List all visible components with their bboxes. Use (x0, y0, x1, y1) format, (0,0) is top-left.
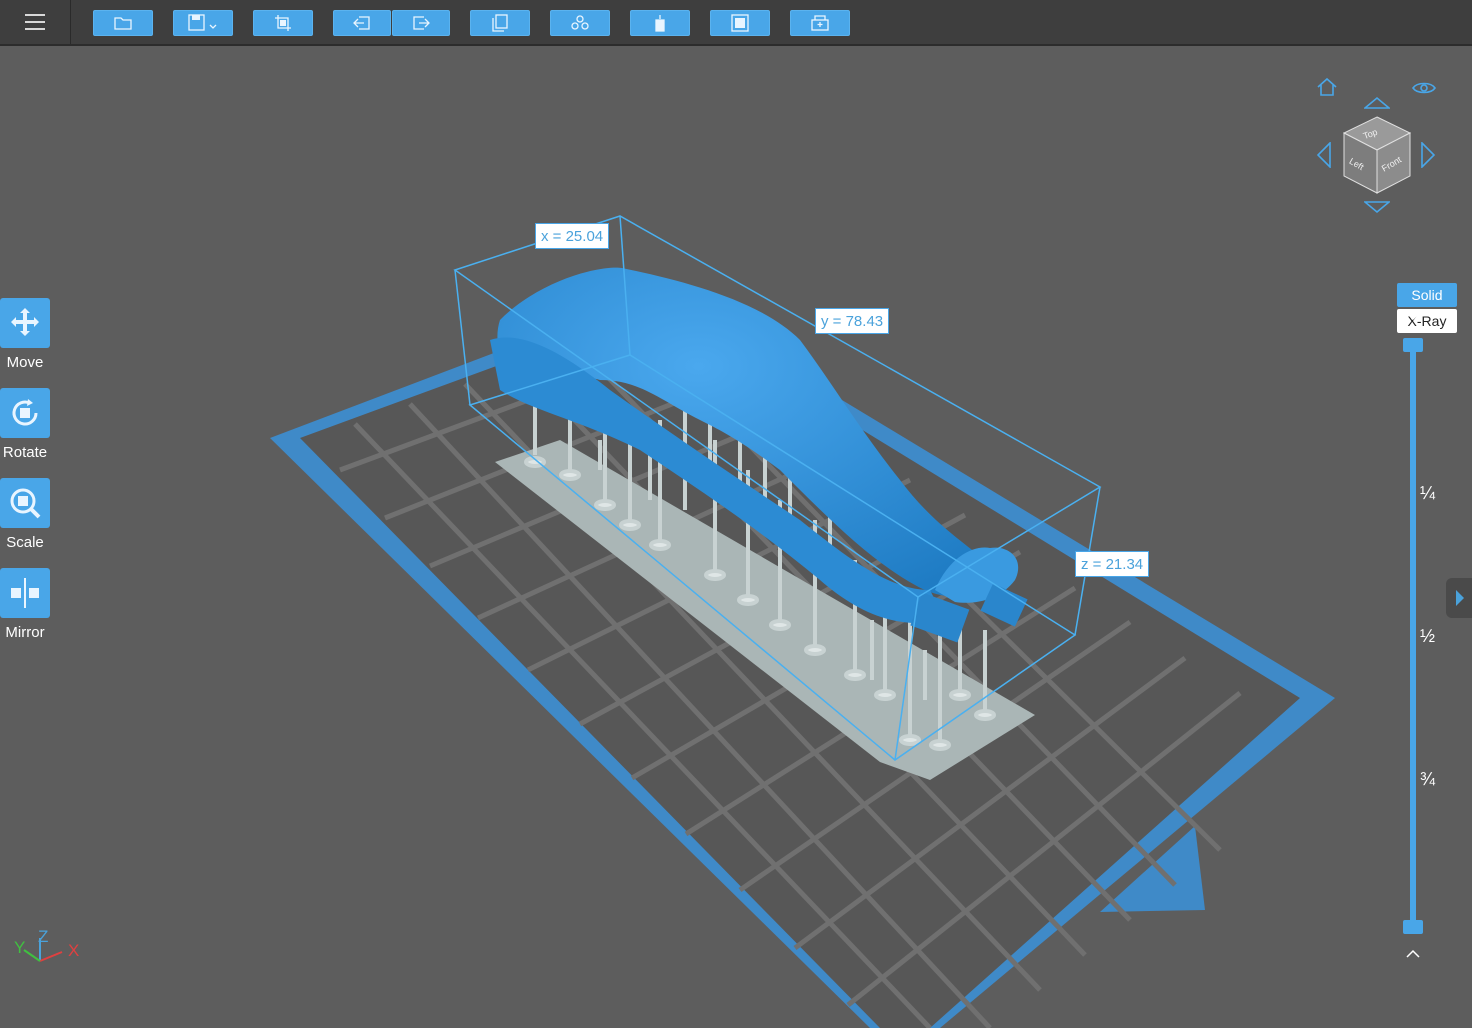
copy-icon (492, 14, 508, 32)
view-cube[interactable] (1342, 116, 1412, 194)
move-tool-label: Move (6, 354, 44, 371)
scale-tool[interactable]: Scale (0, 478, 50, 551)
print-button[interactable] (790, 10, 850, 36)
move-tool-button[interactable] (0, 298, 50, 348)
arrange-button[interactable] (550, 10, 610, 36)
home-view-icon[interactable] (1316, 76, 1338, 98)
save-icon (188, 14, 217, 31)
scene-canvas (270, 116, 1412, 1028)
axis-z-label: Z (38, 927, 49, 946)
support-button[interactable] (630, 10, 690, 36)
3d-viewport[interactable]: x = 25.04 y = 78.43 z = 21.34 Top Left F… (0, 46, 1472, 1028)
scale-icon (10, 488, 41, 519)
move-tool[interactable]: Move (0, 298, 50, 371)
top-toolbar (0, 0, 1472, 46)
rotate-up-icon[interactable] (1364, 96, 1390, 110)
mirror-tool[interactable]: Mirror (0, 568, 50, 641)
rotate-left-icon[interactable] (1316, 142, 1332, 168)
printer-icon (811, 15, 829, 31)
rotate-right-icon[interactable] (1420, 142, 1436, 168)
support-icon (655, 15, 665, 32)
mirror-icon (11, 578, 39, 608)
scale-tool-button[interactable] (0, 478, 50, 528)
layer-slider-track[interactable] (1410, 346, 1416, 926)
menu-line (25, 21, 45, 23)
slice-button[interactable] (710, 10, 770, 36)
slider-mark-three-quarters: ¾ (1420, 769, 1436, 789)
arrow-left-icon (353, 16, 370, 30)
chevron-up-icon[interactable] (1405, 948, 1421, 960)
dimension-z-label: z = 21.34 (1075, 551, 1150, 577)
dimension-y-label: y = 78.43 (815, 308, 890, 334)
square-icon (731, 14, 749, 32)
save-button[interactable] (173, 10, 233, 36)
slider-mark-half: ½ (1420, 626, 1436, 646)
chevron-down-icon[interactable] (1405, 310, 1421, 322)
copy-button[interactable] (470, 10, 530, 36)
crop-icon (275, 15, 291, 31)
rotate-tool[interactable]: Rotate (0, 388, 50, 461)
layer-slider-upper-handle[interactable] (1403, 338, 1423, 352)
menu-line (25, 28, 45, 30)
side-panel-toggle[interactable] (1446, 578, 1472, 618)
folder-icon (114, 17, 132, 30)
menu-line (25, 14, 45, 16)
rotate-down-icon[interactable] (1364, 200, 1390, 214)
rotate-tool-label: Rotate (2, 444, 48, 461)
eye-icon[interactable] (1412, 80, 1436, 96)
solid-mode-button[interactable]: Solid (1397, 283, 1457, 307)
axis-y-label: Y (14, 938, 26, 957)
arrow-right-icon (413, 16, 430, 30)
axis-x-label: X (68, 941, 80, 960)
scale-tool-label: Scale (6, 534, 44, 551)
export-button[interactable] (392, 10, 450, 36)
crop-button[interactable] (253, 10, 313, 36)
chevron-right-icon (1456, 590, 1464, 606)
move-icon (11, 308, 39, 336)
open-file-button[interactable] (93, 10, 153, 36)
dimension-x-label: x = 25.04 (535, 223, 610, 249)
import-button[interactable] (333, 10, 391, 36)
objects-icon (571, 15, 589, 30)
slider-mark-quarter: ¼ (1420, 483, 1436, 503)
mirror-tool-label: Mirror (5, 624, 45, 641)
hamburger-menu-button[interactable] (0, 0, 71, 44)
mirror-tool-button[interactable] (0, 568, 50, 618)
rotate-icon (12, 399, 38, 426)
layer-slider-lower-handle[interactable] (1403, 920, 1423, 934)
rotate-tool-button[interactable] (0, 388, 50, 438)
